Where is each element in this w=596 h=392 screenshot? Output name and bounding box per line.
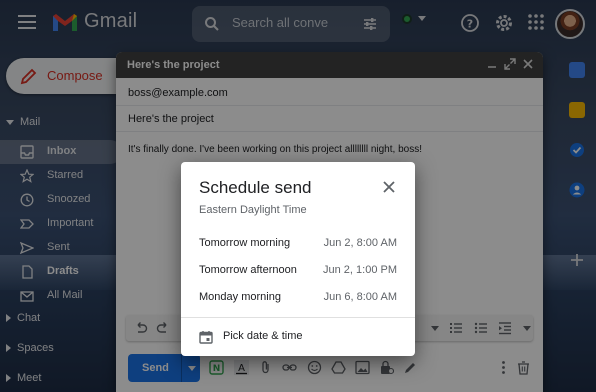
option-time: Jun 6, 8:00 AM [323, 291, 397, 303]
option-time: Jun 2, 8:00 AM [323, 237, 397, 249]
schedule-option-monday-morning[interactable]: Monday morning Jun 6, 8:00 AM [181, 285, 415, 311]
pick-date-time-option[interactable]: Pick date & time [181, 320, 415, 352]
schedule-option-tomorrow-morning[interactable]: Tomorrow morning Jun 2, 8:00 AM [181, 231, 415, 257]
pick-label: Pick date & time [223, 330, 303, 342]
schedule-send-dialog: Schedule send Eastern Daylight Time Tomo… [181, 162, 415, 356]
option-label: Tomorrow afternoon [199, 264, 297, 276]
close-icon[interactable] [381, 179, 397, 195]
timezone-label: Eastern Daylight Time [199, 204, 307, 216]
option-label: Tomorrow morning [199, 237, 291, 249]
option-time: Jun 2, 1:00 PM [323, 264, 397, 276]
calendar-icon [199, 331, 213, 344]
divider [181, 317, 415, 318]
schedule-option-tomorrow-afternoon[interactable]: Tomorrow afternoon Jun 2, 1:00 PM [181, 258, 415, 284]
dialog-title: Schedule send [199, 178, 312, 197]
option-label: Monday morning [199, 291, 281, 303]
